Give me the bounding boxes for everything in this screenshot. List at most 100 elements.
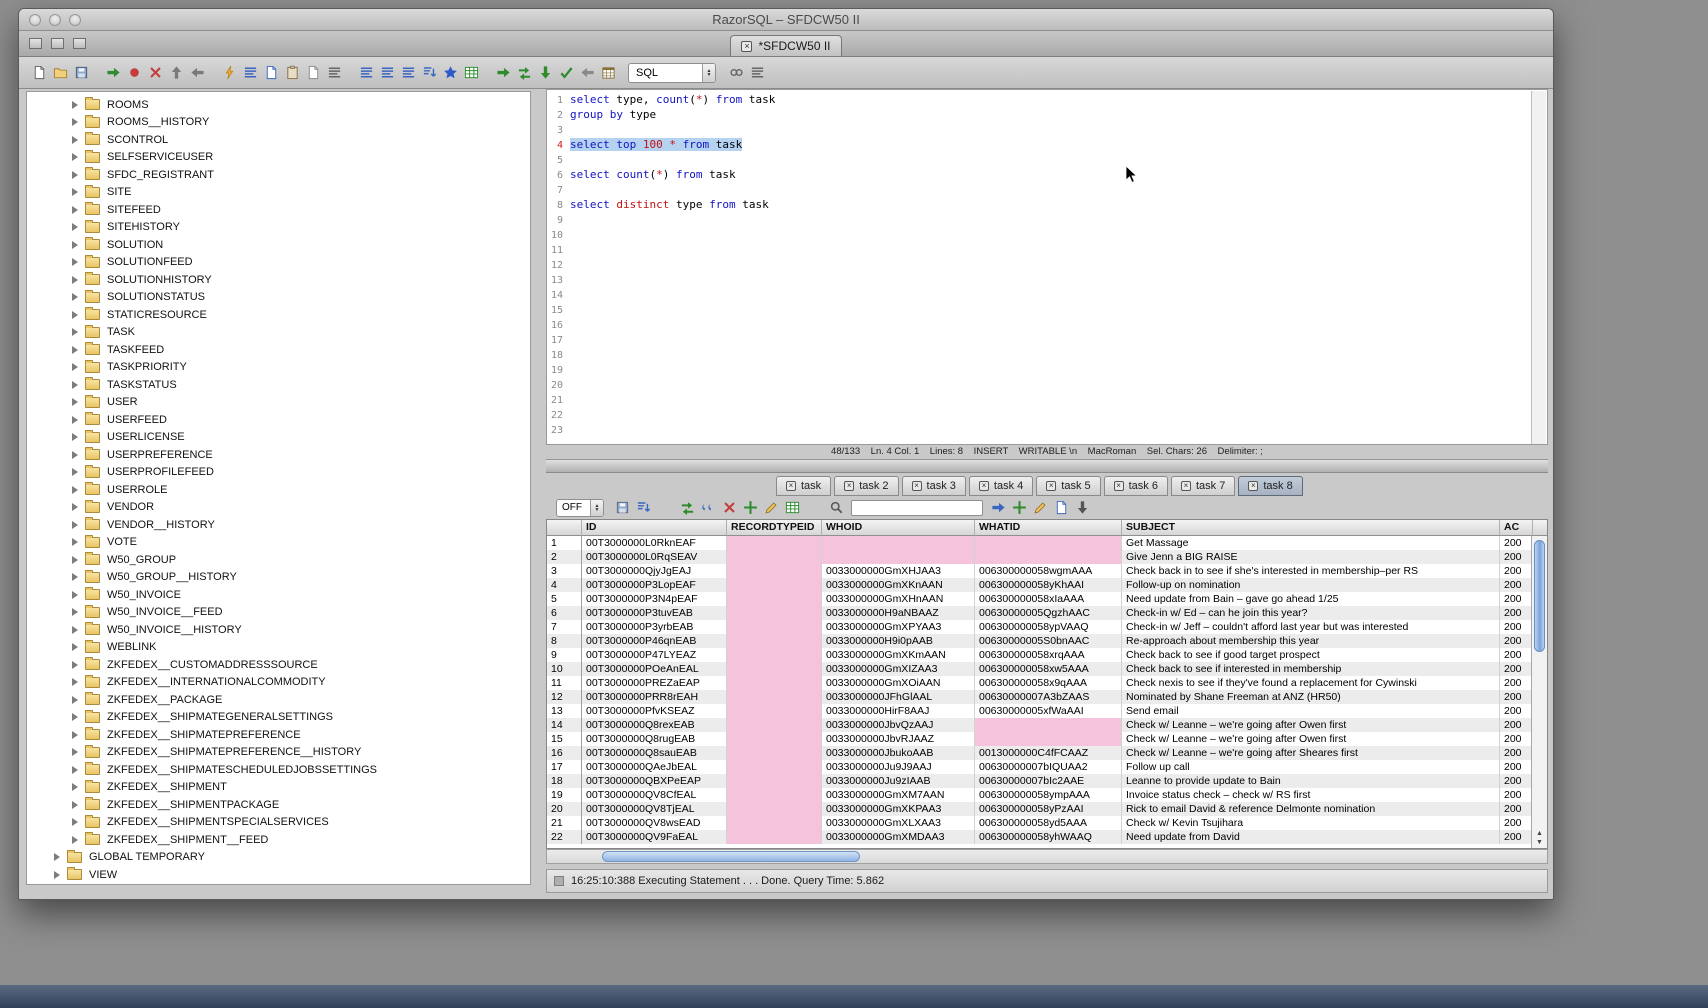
expander-icon[interactable] [72,311,78,319]
quotes-icon[interactable] [698,497,718,518]
cell-whoid[interactable]: 0033000000GmXKnAAN [822,578,975,592]
tree-item[interactable]: ZKFEDEX__SHIPMENT [27,779,530,797]
cell-recordtypeid[interactable] [727,662,822,676]
close-tab-icon[interactable]: × [1181,481,1191,491]
close-tab-icon[interactable]: × [979,481,989,491]
format-sql-icon[interactable] [419,62,439,83]
close-button[interactable] [29,14,41,26]
cell-ac[interactable]: 200 [1500,648,1533,662]
editor-line[interactable]: 16 [547,317,1547,332]
row-number[interactable]: 21 [547,816,582,830]
tree-item[interactable]: W50_INVOICE__FEED [27,604,530,622]
cell-ac[interactable]: 200 [1500,746,1533,760]
expander-icon[interactable] [72,696,78,704]
edit-cell-icon[interactable] [761,497,781,518]
row-number[interactable]: 2 [547,550,582,564]
tree-item[interactable]: ROOMS [27,96,530,114]
tree-item[interactable]: ZKFEDEX__SHIPMATEPREFERENCE [27,726,530,744]
cell-ac[interactable]: 200 [1500,578,1533,592]
cell-whoid[interactable]: 0033000000GmXOiAAN [822,676,975,690]
expander-icon[interactable] [72,293,78,301]
cell-ac[interactable]: 200 [1500,788,1533,802]
tree-item[interactable]: ZKFEDEX__SHIPMATESCHEDULEDJOBSSETTINGS [27,761,530,779]
link-icon[interactable] [726,62,746,83]
fetch-more-icon[interactable] [1072,497,1092,518]
expander-icon[interactable] [72,626,78,634]
mini-stepper-icon[interactable]: ▲▼ [590,500,603,516]
cell-id[interactable]: 00T3000000QV8CfEAL [582,788,727,802]
row-number[interactable]: 4 [547,578,582,592]
editor-line[interactable]: 13 [547,272,1547,287]
table-row[interactable]: 1200T3000000PRR8rEAH0033000000JFhGlAAL00… [547,690,1533,704]
export-icon[interactable] [261,62,281,83]
cell-recordtypeid[interactable] [727,550,822,564]
cell-subject[interactable]: Check w/ Leanne – we're going after Owen… [1122,718,1500,732]
tree-item[interactable]: ROOMS__HISTORY [27,114,530,132]
editor-line[interactable]: 7 [547,182,1547,197]
result-tab[interactable]: ×task 3 [902,476,966,496]
cell-whatid[interactable] [975,732,1122,746]
cell-id[interactable]: 00T3000000Q8rugEAB [582,732,727,746]
row-number[interactable]: 19 [547,788,582,802]
sql-editor[interactable]: 1select type, count(*) from task2group b… [546,89,1548,445]
expander-icon[interactable] [72,468,78,476]
close-tab-icon[interactable]: × [912,481,922,491]
tree-item[interactable]: W50_INVOICE__HISTORY [27,621,530,639]
tree-item[interactable]: SITE [27,184,530,202]
editor-scrollbar[interactable] [1531,91,1546,445]
sort-filter-icon[interactable] [633,497,653,518]
cell-subject[interactable]: Check-in w/ Jeff – couldn't afford last … [1122,620,1500,634]
table-row[interactable]: 1500T3000000Q8rugEAB0033000000JbvRJAAZCh… [547,732,1533,746]
cell-whoid[interactable]: 0033000000H9i0pAAB [822,634,975,648]
editor-line[interactable]: 17 [547,332,1547,347]
table-editor-icon[interactable] [782,497,802,518]
cell-ac[interactable]: 200 [1500,704,1533,718]
cell-whatid[interactable]: 006300000058wgmAAA [975,564,1122,578]
close-tab-icon[interactable]: × [1046,481,1056,491]
row-number[interactable]: 9 [547,648,582,662]
expander-icon[interactable] [72,346,78,354]
cell-id[interactable]: 00T3000000P3LopEAF [582,578,727,592]
expander-icon[interactable] [72,276,78,284]
execute-icon[interactable] [219,62,239,83]
table-row[interactable]: 2000T3000000QV8TjEAL0033000000GmXKPAA300… [547,802,1533,816]
cell-whoid[interactable]: 0033000000GmXM7AAN [822,788,975,802]
cell-recordtypeid[interactable] [727,816,822,830]
expander-icon[interactable] [72,101,78,109]
cell-ac[interactable]: 200 [1500,634,1533,648]
cell-whatid[interactable]: 0013000000C4fFCAAZ [975,746,1122,760]
save-results-icon[interactable] [612,497,632,518]
cell-ac[interactable]: 200 [1500,774,1533,788]
expander-icon[interactable] [72,451,78,459]
expander-icon[interactable] [72,521,78,529]
rollback-icon[interactable] [187,62,207,83]
expander-icon[interactable] [72,538,78,546]
result-tab[interactable]: ×task 4 [969,476,1033,496]
expander-icon[interactable] [72,433,78,441]
cell-id[interactable]: 00T3000000QBXPeEAP [582,774,727,788]
tree-item[interactable]: W50_GROUP__HISTORY [27,569,530,587]
cell-recordtypeid[interactable] [727,690,822,704]
editor-line[interactable]: 18 [547,347,1547,362]
table-row[interactable]: 900T3000000P47LYEAZ0033000000GmXKmAAN006… [547,648,1533,662]
expander-icon[interactable] [72,328,78,336]
row-number[interactable]: 20 [547,802,582,816]
cell-id[interactable]: 00T3000000QjyJgEAJ [582,564,727,578]
tree-item[interactable]: TASKSTATUS [27,376,530,394]
cell-recordtypeid[interactable] [727,802,822,816]
cell-recordtypeid[interactable] [727,760,822,774]
table-row[interactable]: 800T3000000P46qnEAB0033000000H9i0pAAB006… [547,634,1533,648]
row-number[interactable]: 16 [547,746,582,760]
table-row[interactable]: 100T3000000L0RknEAFGet Massage200 [547,536,1533,550]
tree-item[interactable]: VENDOR__HISTORY [27,516,530,534]
editor-line[interactable]: 19 [547,362,1547,377]
cell-recordtypeid[interactable] [727,774,822,788]
document-tab[interactable]: × *SFDCW50 II [730,35,841,56]
cell-whatid[interactable] [975,718,1122,732]
search-icon[interactable] [826,497,846,518]
cell-whatid[interactable]: 00630000005S0bnAAC [975,634,1122,648]
cell-subject[interactable]: Invoice status check – check w/ RS first [1122,788,1500,802]
cell-ac[interactable]: 200 [1500,564,1533,578]
cell-subject[interactable]: Check w/ Leanne – we're going after Owen… [1122,732,1500,746]
cell-whoid[interactable]: 0033000000GmXKPAA3 [822,802,975,816]
